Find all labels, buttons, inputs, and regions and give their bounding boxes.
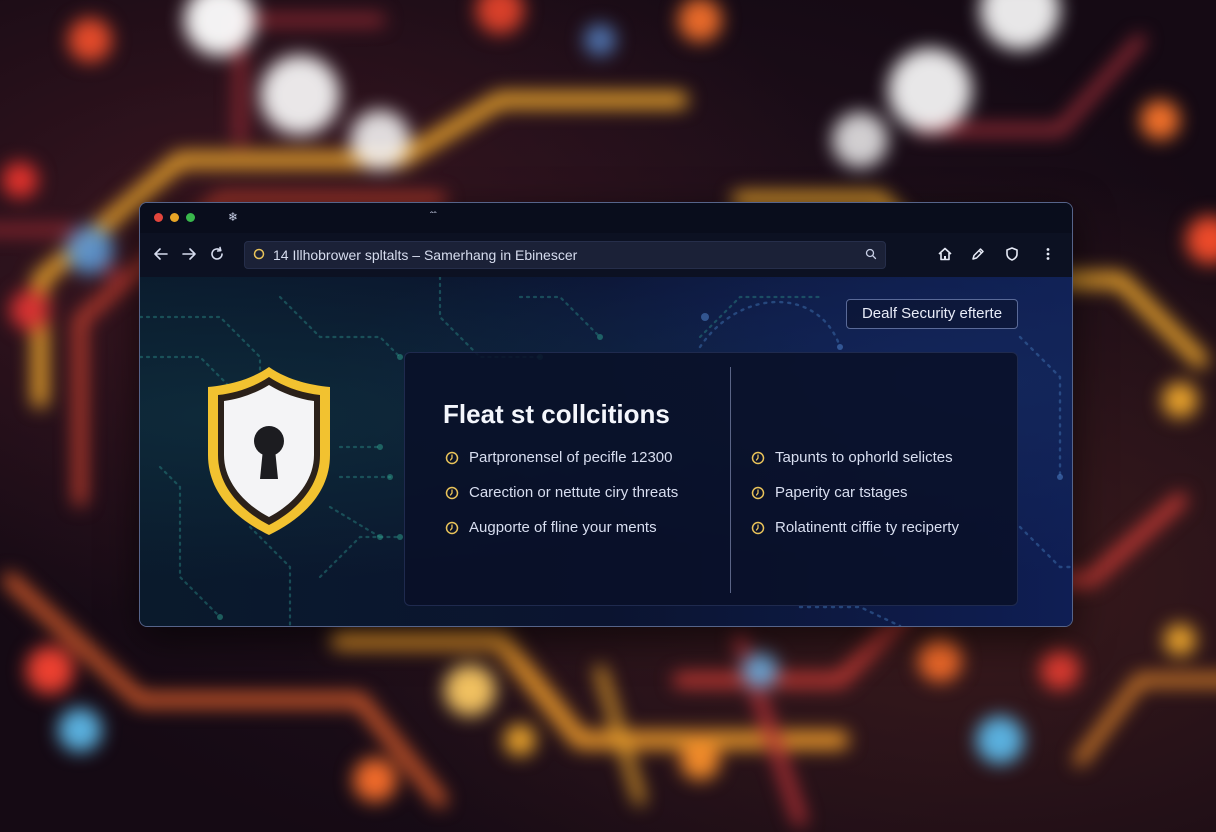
- list-item-text: Tapunts to ophorld selictes: [775, 449, 953, 466]
- left-feature-list: Partpronensel of pecifle 12300 Carection…: [445, 448, 678, 553]
- clock-bullet-icon: [751, 451, 765, 465]
- list-item-text: Carection or nettute ciry threats: [469, 484, 679, 501]
- list-item: Partpronensel of pecifle 12300: [445, 448, 678, 483]
- clock-bullet-icon: [445, 486, 459, 500]
- maximize-window-button[interactable]: [186, 213, 195, 222]
- menu-button[interactable]: [1038, 244, 1058, 264]
- reload-button[interactable]: [206, 243, 228, 265]
- list-item: Tapunts to ophorld selictes: [751, 448, 959, 483]
- pen-button[interactable]: [968, 244, 988, 264]
- clock-bullet-icon: [445, 521, 459, 535]
- home-icon: [938, 247, 952, 261]
- shield-icon: [208, 367, 330, 535]
- address-bar[interactable]: 14 Illhobrower spltalts – Samerhang in E…: [244, 241, 886, 269]
- arrow-right-icon: [182, 248, 196, 260]
- card-title: Fleat st collcitions: [443, 399, 670, 429]
- column-divider: [730, 367, 731, 593]
- page-content: Dealf Security efterte Fleat st collciti…: [140, 277, 1072, 626]
- reload-icon: [211, 246, 223, 260]
- home-button[interactable]: [935, 244, 955, 264]
- list-item-text: Rolatinentt ciffie ty reciperty: [775, 519, 959, 536]
- browser-toolbar: 14 Illhobrower spltalts – Samerhang in E…: [140, 233, 1072, 278]
- caret-icon: ˆˆ: [430, 211, 437, 222]
- list-item: Rolatinentt ciffie ty reciperty: [751, 518, 959, 553]
- close-window-button[interactable]: [154, 213, 163, 222]
- snowflake-icon: ❄: [228, 210, 239, 224]
- arrow-left-icon: [154, 248, 168, 260]
- list-item-text: Paperity car tstages: [775, 484, 908, 501]
- search-icon[interactable]: [865, 248, 877, 260]
- list-item-text: Partpronensel of pecifle 12300: [469, 449, 673, 466]
- list-item: Carection or nettute ciry threats: [445, 483, 678, 518]
- right-feature-list: Tapunts to ophorld selictes Paperity car…: [751, 448, 959, 553]
- back-button[interactable]: [150, 243, 172, 265]
- pen-icon: [972, 248, 984, 260]
- title-bar: ❄ ˆˆ: [140, 203, 1072, 233]
- lock-icon: [253, 248, 265, 260]
- shield-outline-icon: [1006, 247, 1018, 261]
- clock-bullet-icon: [751, 486, 765, 500]
- browser-window: ❄ ˆˆ 14 Illhobrower spltalts – Samerhang…: [139, 202, 1073, 627]
- list-item-text: Augporte of fline your ments: [469, 519, 657, 536]
- security-alerts-button[interactable]: Dealf Security efterte: [846, 299, 1018, 329]
- forward-button[interactable]: [178, 243, 200, 265]
- shield-button[interactable]: [1002, 244, 1022, 264]
- clock-bullet-icon: [751, 521, 765, 535]
- clock-bullet-icon: [445, 451, 459, 465]
- security-card: Fleat st collcitions Partpronensel of pe…: [404, 352, 1018, 606]
- list-item: Augporte of fline your ments: [445, 518, 678, 553]
- address-text: 14 Illhobrower spltalts – Samerhang in E…: [273, 247, 578, 263]
- minimize-window-button[interactable]: [170, 213, 179, 222]
- more-vertical-icon: [1046, 248, 1050, 260]
- list-item: Paperity car tstages: [751, 483, 959, 518]
